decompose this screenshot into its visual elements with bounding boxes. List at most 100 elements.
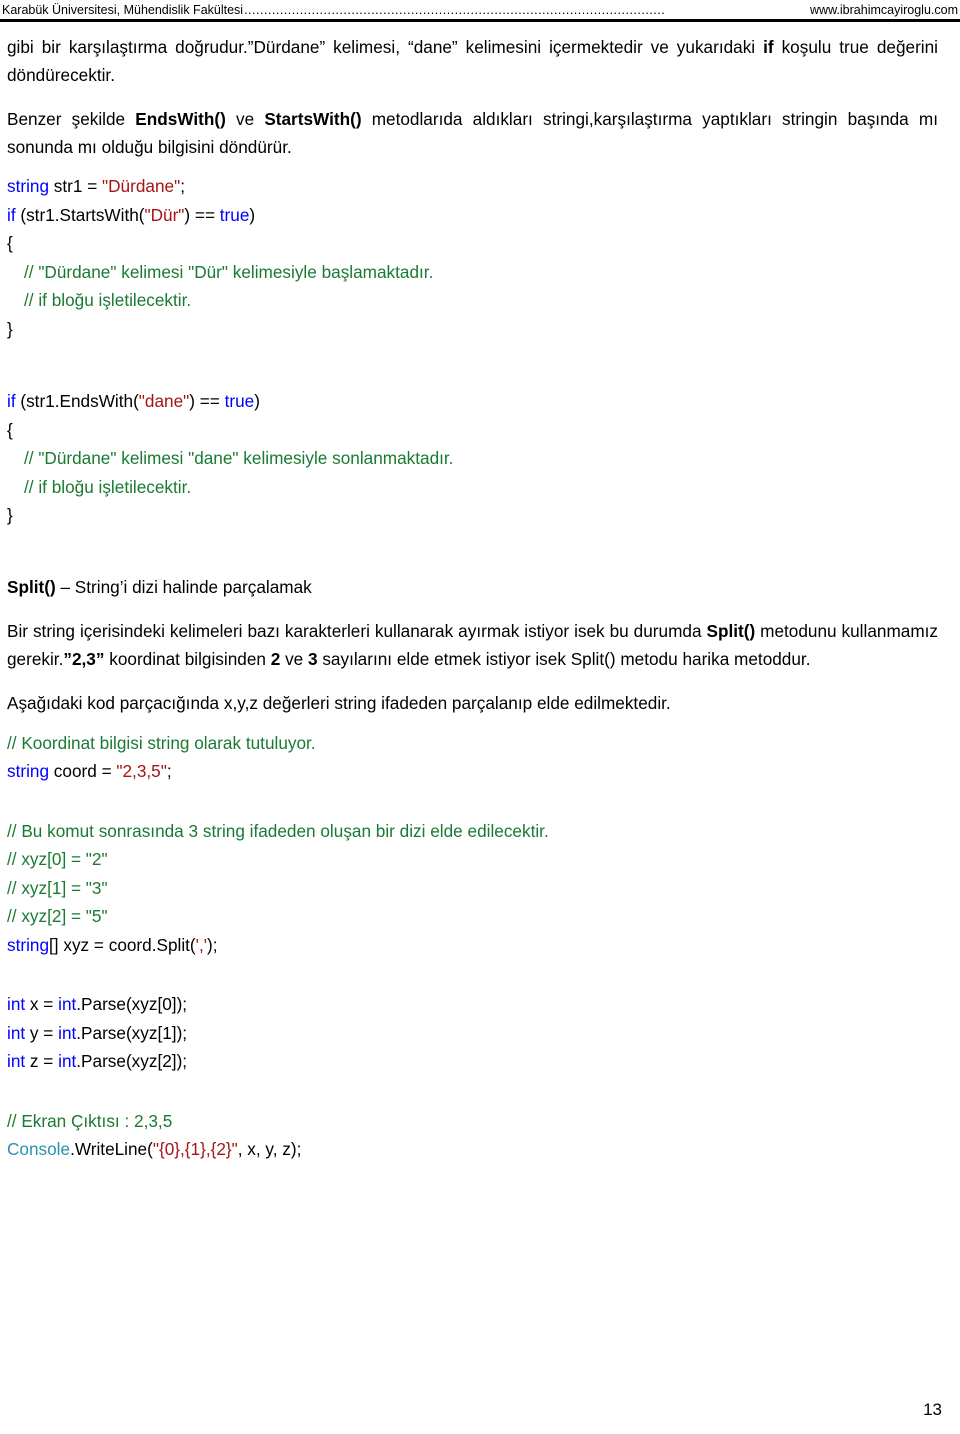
code-comment-line: // "Dürdane" kelimesi "Dür" kelimesiyle … xyxy=(24,261,434,282)
code-text: y = xyxy=(25,1022,59,1043)
code-comment-line: // xyz[1] = "3" xyxy=(7,877,108,898)
code-text: ) == xyxy=(184,204,220,225)
code-line: if (str1.StartsWith("Dür") == true) xyxy=(0,201,960,230)
code-keyword-int: int xyxy=(7,1022,26,1043)
code-class-console: Console xyxy=(7,1139,71,1159)
code-keyword-if: if xyxy=(7,391,16,411)
code-text: ; xyxy=(180,176,185,196)
code-text: (str1.StartsWith( xyxy=(15,204,145,225)
code-line-close-brace: } xyxy=(7,318,13,339)
paragraph-3-coord-literal: ”2,3” xyxy=(63,648,105,669)
code-comment-line: // xyz[2] = "5" xyxy=(7,906,108,926)
code-line: int x = int.Parse(xyz[0]); xyxy=(0,990,960,1019)
code-keyword-int: int xyxy=(7,1051,26,1071)
code-keyword-true: true xyxy=(224,391,255,411)
paragraph-3-method-split: Split() xyxy=(706,621,756,641)
code-comment-line: // if bloğu işletilecektir. xyxy=(24,476,192,497)
paragraph-2-part-c: ve xyxy=(225,109,265,129)
code-text: .Parse(xyz[0]); xyxy=(76,994,188,1014)
header-line: Karabük Üniversitesi, Mühendislik Fakült… xyxy=(0,0,960,18)
section-heading-split: Split() – String’i dizi halinde parçalam… xyxy=(0,574,960,602)
code-keyword-true: true xyxy=(219,204,250,225)
code-block-int-parse: int x = int.Parse(xyz[0]); int y = int.P… xyxy=(0,990,960,1076)
code-line: if (str1.EndsWith("dane") == true) xyxy=(0,387,960,416)
paragraph-3-number-3: 3 xyxy=(308,648,318,669)
paragraph-split-description: Bir string içerisindeki kelimeleri bazı … xyxy=(0,618,960,673)
code-line: int z = int.Parse(xyz[2]); xyxy=(0,1047,960,1076)
paragraph-endswith-startswith: Benzer şekilde EndsWith() ve StartsWith(… xyxy=(0,106,960,161)
paragraph-2-method-endswith: EndsWith() xyxy=(135,109,226,129)
section-heading-split-method: Split() xyxy=(7,576,56,597)
page-number: 13 xyxy=(923,1400,942,1419)
code-line-open-brace: { xyxy=(7,233,13,253)
code-block-split-call: // Bu komut sonrasında 3 string ifadeden… xyxy=(0,817,960,960)
code-line: string coord = "2,3,5"; xyxy=(0,757,960,786)
code-block-console-output: // Ekran Çıktısı : 2,3,5 Console.WriteLi… xyxy=(0,1107,960,1164)
code-text: [] xyz = coord.Split( xyxy=(49,934,196,955)
code-comment-line: // if bloğu işletilecektir. xyxy=(24,290,192,310)
paragraph-intro-contains: gibi bir karşılaştırma doğrudur.”Dürdane… xyxy=(0,34,960,89)
code-char-literal: ',' xyxy=(195,934,207,955)
paragraph-3-part-a: Bir string içerisindeki kelimeleri bazı … xyxy=(7,621,707,641)
paragraph-3-number-2: 2 xyxy=(270,648,281,669)
paragraph-2-method-startswith: StartsWith() xyxy=(264,109,362,129)
paragraph-2-part-a: Benzer şekilde xyxy=(7,109,136,129)
code-text: z = xyxy=(25,1051,59,1071)
code-keyword-string: string xyxy=(7,934,50,955)
code-keyword-int: int xyxy=(7,994,26,1014)
code-text: ) == xyxy=(189,391,225,411)
code-keyword-int: int xyxy=(58,994,77,1014)
code-string-literal: "dane" xyxy=(138,391,190,411)
code-text: x = xyxy=(25,994,59,1014)
code-line: Console.WriteLine("{0},{1},{2}", x, y, z… xyxy=(0,1135,960,1164)
code-keyword-string: string xyxy=(7,176,50,196)
code-text: str1 = xyxy=(49,176,103,196)
code-block-coord-declaration: // Koordinat bilgisi string olarak tutul… xyxy=(0,729,960,786)
header-divider-rule xyxy=(0,19,960,22)
code-line-open-brace: { xyxy=(7,419,13,440)
header-dot-leader: ........................................… xyxy=(244,3,666,17)
code-text: ); xyxy=(207,934,218,955)
paragraph-3-part-e: koordinat bilgisinden xyxy=(104,648,271,669)
code-keyword-string: string xyxy=(7,761,50,781)
document-content: gibi bir karşılaştırma doğrudur.”Dürdane… xyxy=(0,34,960,1164)
code-keyword-int: int xyxy=(58,1022,77,1043)
code-comment-line: // Koordinat bilgisi string olarak tutul… xyxy=(7,732,316,753)
code-keyword-if: if xyxy=(7,204,16,225)
header-website: www.ibrahimcayiroglu.com xyxy=(810,3,958,17)
paragraph-intro-keyword-if: if xyxy=(763,37,774,57)
code-line: int y = int.Parse(xyz[1]); xyxy=(0,1019,960,1048)
code-string-literal: "Dür" xyxy=(144,204,185,225)
code-line-close-brace: } xyxy=(7,505,13,525)
code-text: .Parse(xyz[1]); xyxy=(76,1022,188,1043)
code-line: string[] xyz = coord.Split(','); xyxy=(0,931,960,960)
code-text: .Parse(xyz[2]); xyxy=(76,1051,188,1071)
paragraph-intro-part-a: gibi bir karşılaştırma doğrudur.”Dürdane… xyxy=(7,37,764,57)
header-institution: Karabük Üniversitesi, Mühendislik Fakült… xyxy=(2,3,244,17)
code-text: , x, y, z); xyxy=(237,1139,302,1159)
code-block-endswith: if (str1.EndsWith("dane") == true) { // … xyxy=(0,387,960,530)
code-comment-line: // Ekran Çıktısı : 2,3,5 xyxy=(7,1110,173,1131)
code-string-literal: "2,3,5" xyxy=(116,761,167,781)
code-string-literal: "Dürdane" xyxy=(102,176,181,196)
code-text: ) xyxy=(254,391,260,411)
code-comment-line: // Bu komut sonrasında 3 string ifadeden… xyxy=(7,820,549,841)
paragraph-3-part-i: sayılarını elde etmek istiyor isek Split… xyxy=(317,648,811,669)
paragraph-code-intro: Aşağıdaki kod parçacığında x,y,z değerle… xyxy=(7,693,671,713)
code-string-literal: "{0},{1},{2}" xyxy=(152,1139,238,1159)
code-keyword-int: int xyxy=(58,1051,77,1071)
code-text: ) xyxy=(249,204,256,225)
code-comment-line: // xyz[0] = "2" xyxy=(7,849,108,869)
code-text: (str1.EndsWith( xyxy=(15,391,139,411)
code-text: ; xyxy=(166,761,172,781)
code-line: string str1 = "Dürdane"; xyxy=(0,172,960,201)
code-comment-line: // "Dürdane" kelimesi "dane" kelimesiyle… xyxy=(24,448,454,468)
